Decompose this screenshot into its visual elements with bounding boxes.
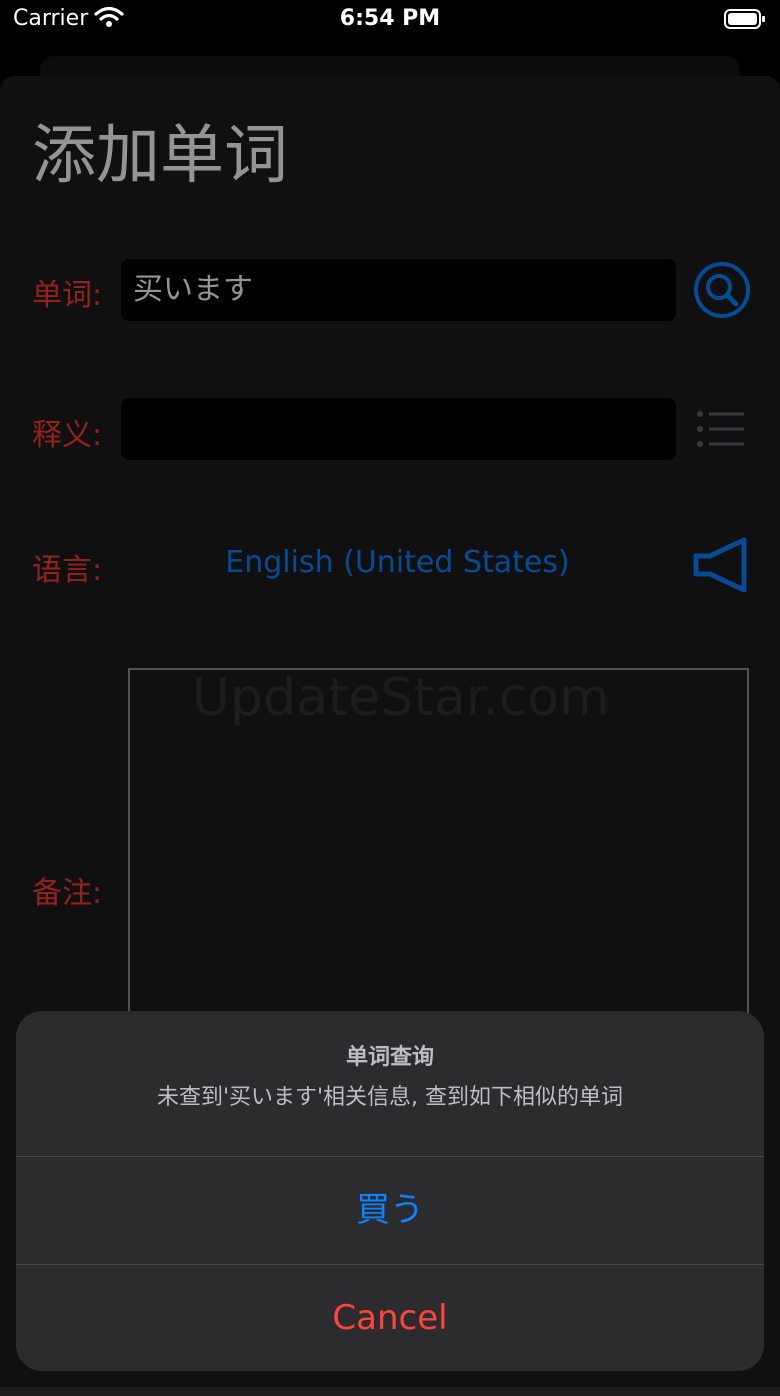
candidate-word-button[interactable]: 買う bbox=[16, 1157, 764, 1263]
alert-title: 单词查询 bbox=[345, 1045, 434, 1070]
alert-message: 未查到'买います'相关信息, 查到如下相似的单词 bbox=[156, 1085, 624, 1110]
word-lookup-alert: 单词查询 未查到'买います'相关信息, 查到如下相似的单词 買う Cancel bbox=[16, 1011, 764, 1371]
status-bar: Carrier 6:54 PM bbox=[0, 0, 780, 44]
status-time: 6:54 PM bbox=[339, 6, 441, 31]
cancel-button[interactable]: Cancel bbox=[16, 1265, 764, 1371]
battery-icon bbox=[724, 9, 765, 29]
